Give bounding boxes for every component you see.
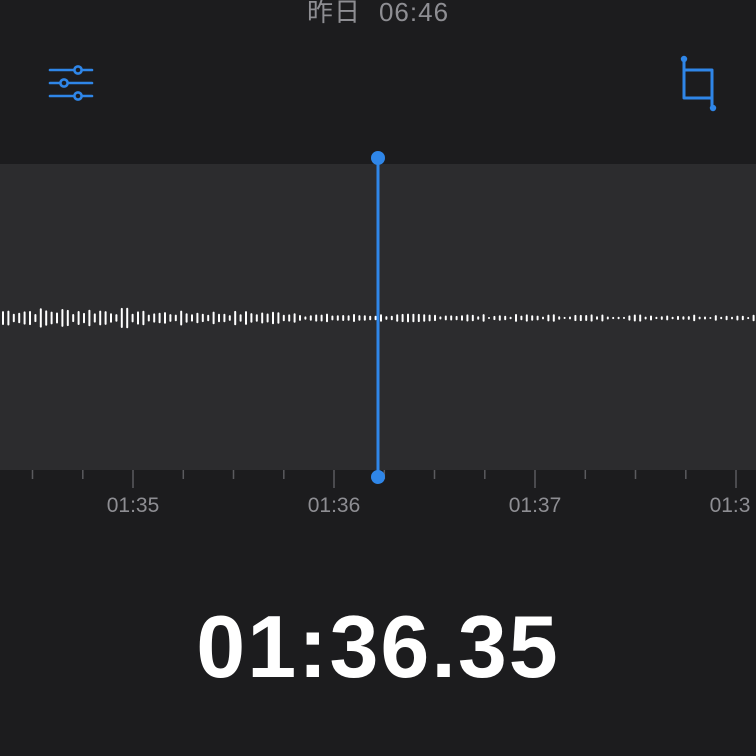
voice-memo-editor: 昨日 06:46 01:35 01:36 01:37 01:3 01:36.35	[0, 0, 756, 756]
current-time-display: 01:36.35	[196, 597, 560, 696]
